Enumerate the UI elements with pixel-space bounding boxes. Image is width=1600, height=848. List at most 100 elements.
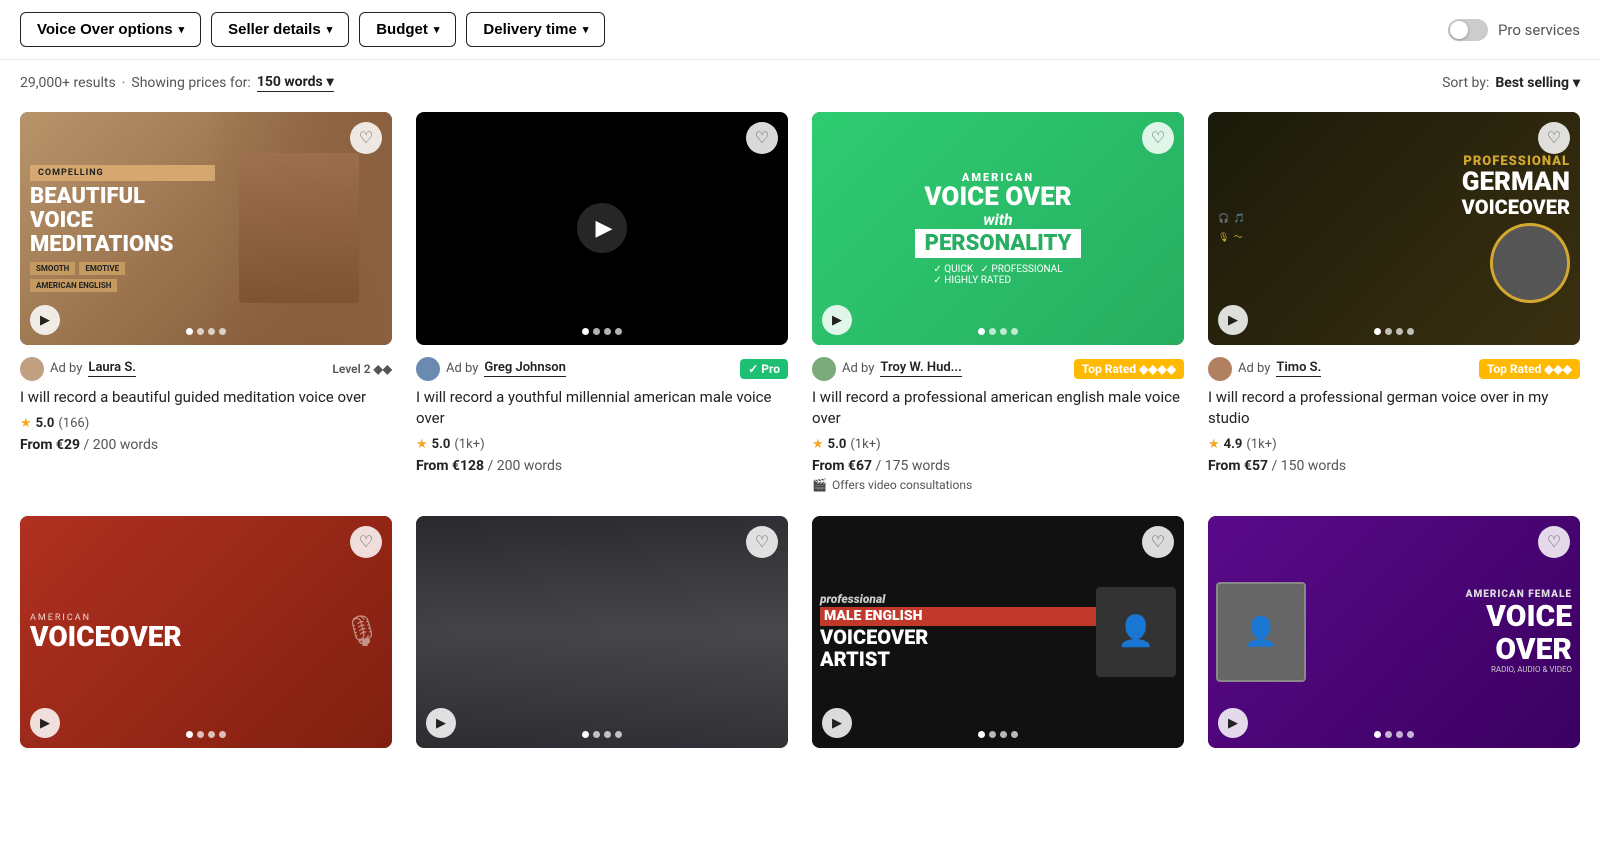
price: From €67 / 175 words [812,458,1184,474]
favorite-button[interactable]: ♡ [1538,122,1570,154]
seller-name[interactable]: Timo S. [1276,360,1321,377]
product-card[interactable]: professional MALE ENGLISH VOICEOVER ARTI… [812,516,1184,761]
results-left: 29,000+ results · Showing prices for: 15… [20,74,334,92]
seller-name[interactable]: Troy W. Hud... [880,360,961,377]
ad-by-label: Ad by [842,361,874,376]
price: From €57 / 150 words [1208,458,1580,474]
rating: ★ 5.0 (1k+) [812,437,1184,452]
favorite-button[interactable]: ♡ [350,122,382,154]
chevron-down-icon: ▾ [434,23,440,36]
chevron-down-icon: ▾ [583,23,589,36]
play-button[interactable]: ▶ [30,305,60,335]
favorite-button[interactable]: ♡ [350,526,382,558]
favorite-button[interactable]: ♡ [1142,526,1174,558]
price-from: From €57 [1208,458,1268,474]
seller-name[interactable]: Laura S. [88,360,136,377]
card-image: professional MALE ENGLISH VOICEOVER ARTI… [812,516,1184,749]
price-per: / 200 words [84,437,159,453]
card-title: I will record a beautiful guided meditat… [20,387,392,408]
play-button[interactable]: ▶ [30,708,60,738]
favorite-button[interactable]: ♡ [746,122,778,154]
product-card[interactable]: 👤 AMERICAN FEMALE VOICE OVER RADIO, AUDI… [1208,516,1580,761]
price-from: From €67 [812,458,872,474]
play-button[interactable]: ▶ [822,305,852,335]
price: From €29 / 200 words [20,437,392,453]
card-title: I will record a youthful millennial amer… [416,387,788,429]
avatar [20,357,44,381]
card-image: AMERICAN VOICE OVER with PERSONALITY ✓ Q… [812,112,1184,345]
video-icon: 🎬 [812,478,827,492]
card-image: 🎧 🎵 🎙 〜 PROFESSIONAL GERMAN VOICEOVER ♡ … [1208,112,1580,345]
card-image: ♡ ▶ [416,516,788,749]
image-dots [1374,328,1414,335]
favorite-button[interactable]: ♡ [1142,122,1174,154]
rating-score: 5.0 [828,437,847,452]
voice-over-options-button[interactable]: Voice Over options ▾ [20,12,201,47]
budget-button[interactable]: Budget ▾ [359,12,456,47]
play-button[interactable]: ▶ [822,708,852,738]
star-icon: ★ [1208,437,1220,452]
seller-info: Ad by Troy W. Hud... [812,357,962,381]
results-separator: · [122,75,126,91]
image-dots [978,328,1018,335]
rating: ★ 4.9 (1k+) [1208,437,1580,452]
pro-services-label: Pro services [1498,21,1580,39]
budget-label: Budget [376,21,428,38]
favorite-button[interactable]: ♡ [746,526,778,558]
pro-badge: ✓ Pro [740,359,788,379]
cards-grid: COMPELLING BEAUTIFULVOICEMEDITATIONS SMO… [0,102,1600,790]
words-value: 150 words [257,74,323,90]
rating-count: (166) [58,416,89,431]
play-button[interactable]: ▶ [1218,305,1248,335]
play-button[interactable]: ▶ [1218,708,1248,738]
play-button[interactable]: ▶ [426,708,456,738]
image-dots [978,731,1018,738]
ad-by-label: Ad by [50,361,82,376]
product-card[interactable]: COMPELLING BEAUTIFULVOICEMEDITATIONS SMO… [20,112,392,492]
card-meta: Ad by Laura S. Level 2 ◆◆ [20,357,392,381]
product-card[interactable]: 🎧 🎵 🎙 〜 PROFESSIONAL GERMAN VOICEOVER ♡ … [1208,112,1580,492]
favorite-button[interactable]: ♡ [1538,526,1570,558]
card-image: COMPELLING BEAUTIFULVOICEMEDITATIONS SMO… [20,112,392,345]
chevron-down-icon: ▾ [327,23,333,36]
card-title: I will record a professional american en… [812,387,1184,429]
image-dots [186,328,226,335]
sort-label: Sort by: [1442,75,1489,91]
showing-label: Showing prices for: [131,75,250,91]
seller-name[interactable]: Greg Johnson [484,360,565,377]
top-rated-badge: Top Rated ◆◆◆ [1479,359,1580,379]
top-rated-badge: Top Rated ◆◆◆◆ [1074,359,1184,379]
card-image: AMERICAN VOICEOVER 🎙 ♡ ▶ [20,516,392,749]
sort-value-text: Best selling [1495,75,1569,91]
rating-count: (1k+) [850,437,880,452]
price-from: From €29 [20,437,80,453]
rating-count: (1k+) [1246,437,1276,452]
chevron-down-icon: ▾ [1573,75,1580,91]
star-icon: ★ [20,416,32,431]
pro-services-toggle[interactable] [1448,19,1488,41]
results-count: 29,000+ results [20,75,116,91]
seller-details-button[interactable]: Seller details ▾ [211,12,349,47]
image-dots [582,731,622,738]
avatar [812,357,836,381]
video-consult: 🎬 Offers video consultations [812,478,1184,492]
product-card[interactable]: AMERICAN VOICEOVER 🎙 ♡ ▶ [20,516,392,761]
results-bar: 29,000+ results · Showing prices for: 15… [0,60,1600,102]
video-consult-label: Offers video consultations [832,478,972,492]
pro-services-area: Pro services [1448,19,1580,41]
rating-count: (1k+) [454,437,484,452]
rating: ★ 5.0 (166) [20,416,392,431]
card-meta: Ad by Troy W. Hud... Top Rated ◆◆◆◆ [812,357,1184,381]
star-icon: ★ [812,437,824,452]
avatar [1208,357,1232,381]
product-card[interactable]: ▶ ♡ Ad by Greg Johnson ✓ Pro I will reco… [416,112,788,492]
card-title: I will record a professional german voic… [1208,387,1580,429]
sort-dropdown[interactable]: Best selling ▾ [1495,75,1580,91]
image-dots [582,328,622,335]
rating-score: 4.9 [1224,437,1243,452]
product-card[interactable]: ♡ ▶ [416,516,788,761]
delivery-time-button[interactable]: Delivery time ▾ [466,12,605,47]
words-selector[interactable]: 150 words ▾ [257,74,334,92]
product-card[interactable]: AMERICAN VOICE OVER with PERSONALITY ✓ Q… [812,112,1184,492]
sort-area: Sort by: Best selling ▾ [1442,75,1580,91]
